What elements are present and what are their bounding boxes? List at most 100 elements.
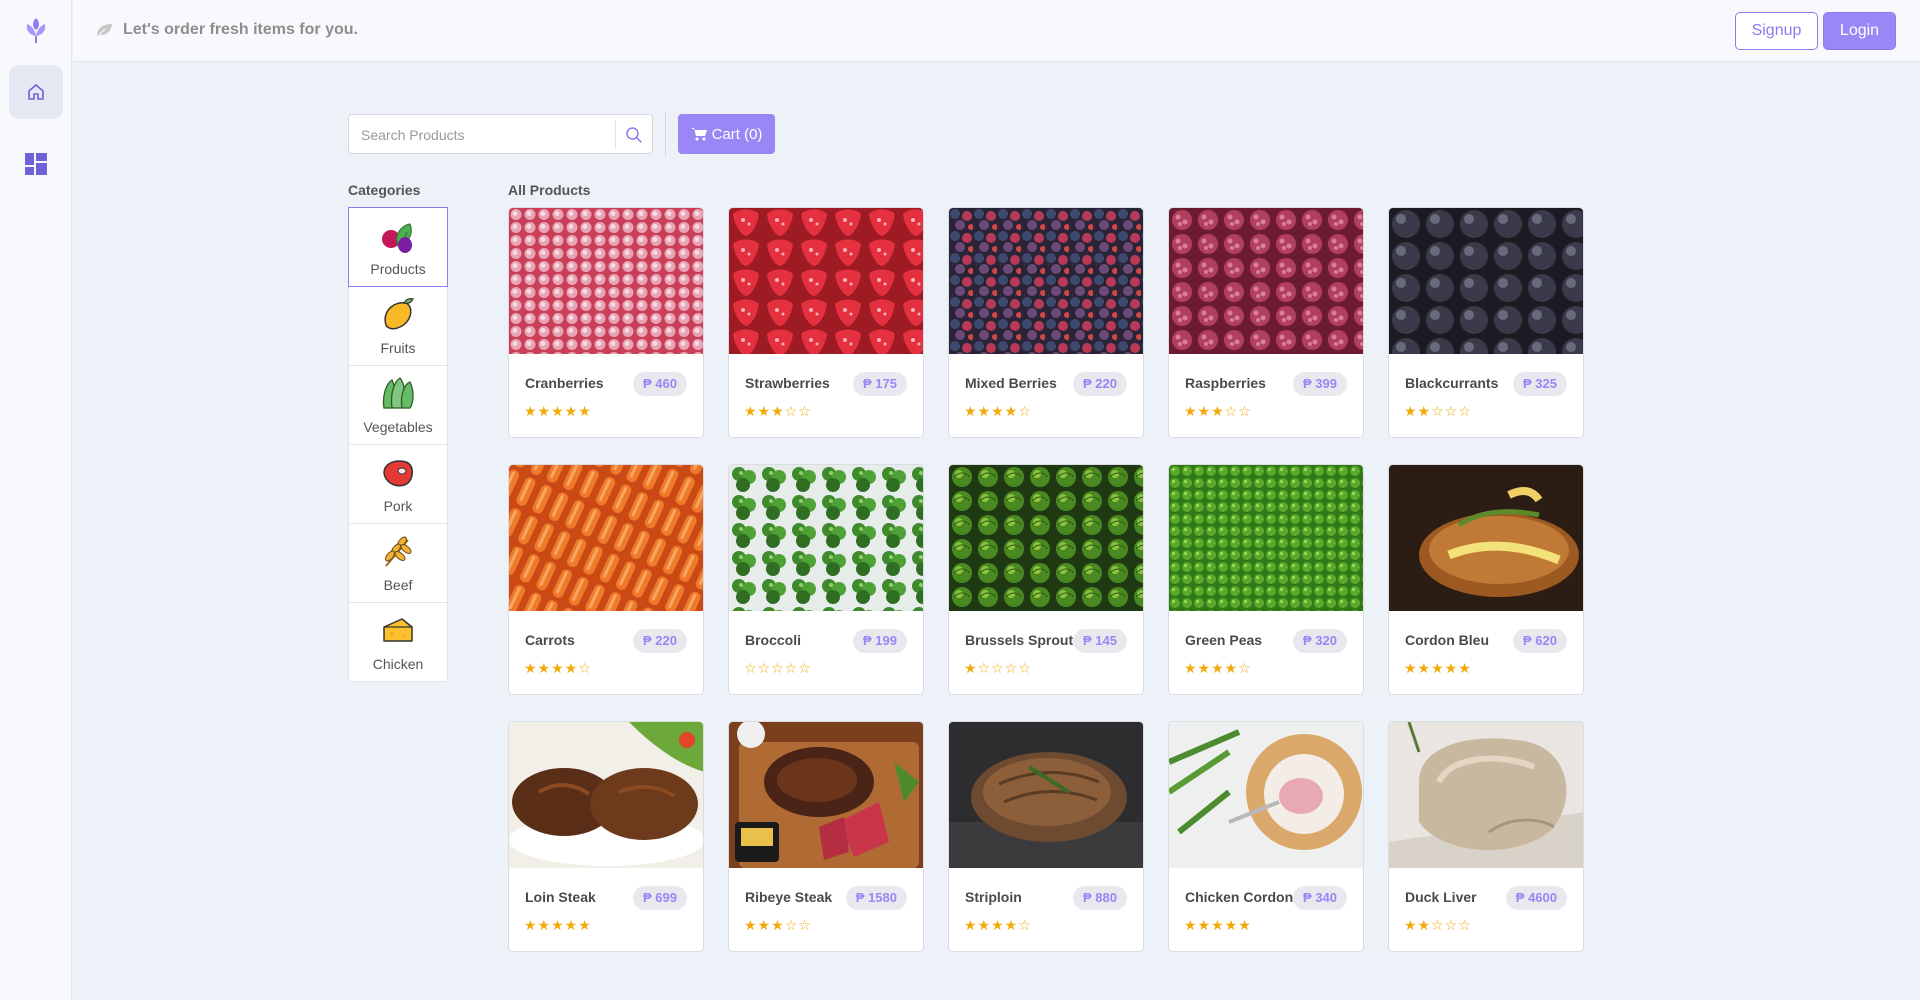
tagline: Let's order fresh items for you. xyxy=(95,21,358,39)
tagline-text: Let's order fresh items for you. xyxy=(123,21,358,38)
login-button[interactable]: Login xyxy=(1823,12,1896,50)
product-image xyxy=(949,722,1143,868)
product-card[interactable]: Cranberries ₱ 460 ★★★★★ xyxy=(508,207,704,438)
product-rating: ★★★★★ xyxy=(524,403,592,419)
product-price: ₱ 220 xyxy=(633,629,687,653)
product-card[interactable]: Striploin ₱ 880 ★★★★☆ xyxy=(948,721,1144,952)
product-name: Loin Steak xyxy=(525,889,596,905)
category-label: Pork xyxy=(383,498,413,514)
category-vegetables[interactable]: Vegetables xyxy=(348,365,448,445)
cart-button[interactable]: Cart (0) xyxy=(678,114,775,154)
product-image xyxy=(729,722,923,868)
category-label: Beef xyxy=(383,577,413,593)
product-card[interactable]: Carrots ₱ 220 ★★★★☆ xyxy=(508,464,704,695)
sidebar-rail xyxy=(0,0,72,1000)
product-price: ₱ 199 xyxy=(853,629,907,653)
product-image xyxy=(949,208,1143,354)
product-image xyxy=(1169,208,1363,354)
lotus-logo-icon[interactable] xyxy=(23,16,49,44)
product-price: ₱ 320 xyxy=(1293,629,1347,653)
category-chicken[interactable]: Chicken xyxy=(348,602,448,682)
product-rating: ★★★★☆ xyxy=(1184,660,1252,676)
toolbar-divider xyxy=(665,111,666,157)
product-rating: ★★☆☆☆ xyxy=(1404,917,1472,933)
cheese-icon xyxy=(383,618,413,642)
wheat-icon xyxy=(385,536,412,567)
product-rating: ★★★★☆ xyxy=(964,403,1032,419)
product-price: ₱ 460 xyxy=(633,372,687,396)
product-name: Duck Liver xyxy=(1405,889,1477,905)
product-card[interactable]: Cordon Bleu ₱ 620 ★★★★★ xyxy=(1388,464,1584,695)
signup-button[interactable]: Signup xyxy=(1735,12,1818,50)
product-image xyxy=(509,465,703,611)
product-card[interactable]: Duck Liver ₱ 4600 ★★☆☆☆ xyxy=(1388,721,1584,952)
product-card[interactable]: Mixed Berries ₱ 220 ★★★★☆ xyxy=(948,207,1144,438)
product-name: Ribeye Steak xyxy=(745,889,833,905)
product-image xyxy=(1389,722,1583,868)
product-name: Raspberries xyxy=(1185,375,1266,391)
produce-icon xyxy=(382,223,412,253)
category-fruits[interactable]: Fruits xyxy=(348,286,448,366)
product-price: ₱ 399 xyxy=(1293,372,1347,396)
product-image xyxy=(949,465,1143,611)
product-card[interactable]: Loin Steak ₱ 699 ★★★★★ xyxy=(508,721,704,952)
product-rating: ★★★☆☆ xyxy=(744,403,812,419)
home-nav-button[interactable] xyxy=(9,65,63,119)
product-name: Striploin xyxy=(965,889,1022,905)
product-rating: ☆☆☆☆☆ xyxy=(744,660,812,676)
category-label: Fruits xyxy=(380,340,416,356)
lettuce-icon xyxy=(382,377,414,409)
product-price: ₱ 880 xyxy=(1073,886,1127,910)
product-price: ₱ 325 xyxy=(1513,372,1567,396)
product-rating: ★★★★★ xyxy=(524,917,592,933)
product-name: Chicken Cordon xyxy=(1185,889,1294,905)
product-card[interactable]: Ribeye Steak ₱ 1580 ★★★☆☆ xyxy=(728,721,924,952)
products-heading: All Products xyxy=(508,182,591,198)
dashboard-icon xyxy=(25,153,47,175)
product-rating: ★★★☆☆ xyxy=(744,917,812,933)
search-divider xyxy=(615,121,616,149)
category-label: Products xyxy=(370,261,426,277)
product-card[interactable]: Brussels Sprouts ₱ 145 ★☆☆☆☆ xyxy=(948,464,1144,695)
product-image xyxy=(1169,465,1363,611)
leaf-icon xyxy=(96,24,112,38)
product-price: ₱ 620 xyxy=(1513,629,1567,653)
category-label: Chicken xyxy=(372,656,424,672)
category-products[interactable]: Products xyxy=(348,207,448,287)
product-image xyxy=(1389,208,1583,354)
top-bar: Let's order fresh items for you. Signup … xyxy=(73,0,1920,62)
product-image xyxy=(1169,722,1363,868)
product-price: ₱ 220 xyxy=(1073,372,1127,396)
product-name: Brussels Sprouts xyxy=(965,632,1081,648)
product-card[interactable]: Chicken Cordon ₱ 340 ★★★★★ xyxy=(1168,721,1364,952)
search-box xyxy=(348,114,653,154)
cart-icon xyxy=(690,128,707,141)
product-image xyxy=(509,208,703,354)
product-image xyxy=(1389,465,1583,611)
search-input[interactable] xyxy=(361,124,601,146)
product-card[interactable]: Strawberries ₱ 175 ★★★☆☆ xyxy=(728,207,924,438)
dashboard-nav-button[interactable] xyxy=(9,137,63,191)
product-rating: ★★★☆☆ xyxy=(1184,403,1252,419)
search-icon[interactable] xyxy=(625,126,643,144)
category-pork[interactable]: Pork xyxy=(348,444,448,524)
product-card[interactable]: Raspberries ₱ 399 ★★★☆☆ xyxy=(1168,207,1364,438)
product-price: ₱ 145 xyxy=(1073,629,1127,653)
product-rating: ★★☆☆☆ xyxy=(1404,403,1472,419)
category-beef[interactable]: Beef xyxy=(348,523,448,603)
product-card[interactable]: Blackcurrants ₱ 325 ★★☆☆☆ xyxy=(1388,207,1584,438)
product-image xyxy=(729,465,923,611)
product-name: Cordon Bleu xyxy=(1405,632,1489,648)
product-card[interactable]: Green Peas ₱ 320 ★★★★☆ xyxy=(1168,464,1364,695)
product-card[interactable]: Broccoli ₱ 199 ☆☆☆☆☆ xyxy=(728,464,924,695)
product-name: Blackcurrants xyxy=(1405,375,1499,391)
product-image xyxy=(509,722,703,868)
product-rating: ★★★★★ xyxy=(1184,917,1252,933)
product-rating: ★☆☆☆☆ xyxy=(964,660,1032,676)
category-list: Products Fruits Vegetables Pork Beef Chi… xyxy=(348,207,448,682)
product-rating: ★★★★☆ xyxy=(524,660,592,676)
product-price: ₱ 340 xyxy=(1293,886,1347,910)
cart-label: Cart (0) xyxy=(711,125,763,143)
product-name: Green Peas xyxy=(1185,632,1263,648)
mango-icon xyxy=(384,298,414,330)
